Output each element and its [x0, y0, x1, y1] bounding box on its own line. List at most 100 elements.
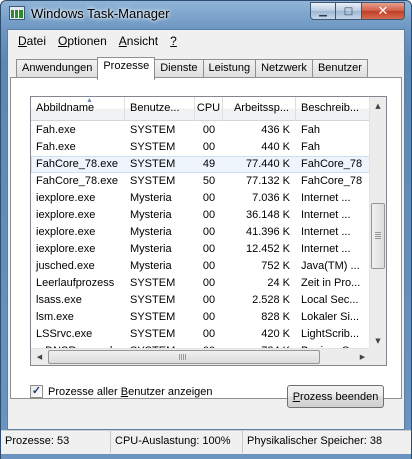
show-all-users-label: Prozesse aller Benutzer anzeigen	[48, 385, 213, 398]
process-row[interactable]: iexplore.exe Mysteria 00 7.036 K Internet ..…	[31, 190, 371, 207]
cell-user: Mysteria	[130, 260, 172, 272]
cell-cpu: 00	[202, 294, 216, 306]
cell-memory: 77.440 K	[245, 158, 290, 170]
cell-image-name: iexplore.exe	[36, 209, 96, 221]
process-row[interactable]: Leerlaufprozess SYSTEM 00 24 K Zeit in Pro..…	[31, 275, 371, 292]
process-rows: Fah.exe SYSTEM 00 436 K Fah Fah.exe SYSTEM 00 44…	[31, 122, 371, 360]
tab-netzwerk[interactable]: Netzwerk	[255, 59, 313, 79]
cell-cpu: 00	[202, 328, 216, 340]
cell-memory: 36.148 K	[245, 209, 290, 221]
tab-benutzer[interactable]: Benutzer	[311, 59, 368, 79]
cell-cpu: 00	[202, 226, 216, 238]
column-user[interactable]: Benutze...	[125, 97, 195, 121]
cell-description: Zeit in Pro...	[301, 277, 361, 289]
cell-user: SYSTEM	[130, 141, 176, 153]
cell-memory: 420 K	[261, 328, 290, 340]
window-controls: ▁ □ ✕	[310, 2, 405, 20]
status-bar: Prozesse: 53 CPU-Auslastung: 100% Physik…	[1, 430, 411, 454]
menu-optionen[interactable]: Optionen	[52, 30, 113, 52]
cell-image-name: lsass.exe	[36, 294, 82, 306]
cell-image-name: FahCore_78.exe	[36, 158, 118, 170]
window-title: Windows Task-Manager	[31, 6, 170, 21]
cell-image-name: FahCore_78.exe	[36, 175, 118, 187]
cell-image-name: LSSrvc.exe	[36, 328, 93, 340]
cell-cpu: 00	[202, 124, 216, 136]
process-row[interactable]: Fah.exe SYSTEM 00 440 K Fah	[31, 139, 371, 156]
maximize-button[interactable]: □	[336, 2, 362, 20]
process-row[interactable]: LSSrvc.exe SYSTEM 00 420 K LightScrib...	[31, 326, 371, 343]
cell-memory: 752 K	[261, 260, 290, 272]
cell-user: SYSTEM	[130, 175, 176, 187]
minimize-icon: ▁	[319, 5, 327, 17]
checkmark-icon: ✓	[31, 385, 42, 397]
cell-image-name: lsm.exe	[36, 311, 74, 323]
close-button[interactable]: ✕	[362, 2, 405, 20]
process-row[interactable]: jusched.exe Mysteria 00 752 K Java(TM) ...	[31, 258, 371, 275]
vertical-scrollbar[interactable]: ▲ ▼	[369, 97, 386, 349]
scroll-left-button[interactable]: ◀	[31, 349, 48, 365]
scroll-down-button[interactable]: ▼	[370, 332, 386, 349]
tab-strip: Anwendungen Prozesse Dienste Leistung Ne…	[16, 57, 368, 80]
scroll-corner	[369, 348, 386, 365]
horizontal-scroll-thumb[interactable]	[48, 350, 320, 364]
column-header: ▲ Abbildname Benutze... CPU Arbeitssp...…	[31, 97, 371, 121]
cell-image-name: jusched.exe	[36, 260, 95, 272]
tab-dienste[interactable]: Dienste	[154, 59, 204, 79]
horizontal-scrollbar[interactable]: ◀ ▶	[31, 348, 386, 365]
cell-user: SYSTEM	[130, 311, 176, 323]
process-row[interactable]: lsass.exe SYSTEM 00 2.528 K Local Sec...	[31, 292, 371, 309]
cell-user: Mysteria	[130, 209, 172, 221]
process-row[interactable]: FahCore_78.exe SYSTEM 50 77.132 K FahCore_78	[31, 173, 371, 190]
cell-description: Internet ...	[301, 209, 351, 221]
tab-anwendungen[interactable]: Anwendungen	[16, 59, 99, 79]
arrow-right-icon: ▶	[359, 353, 366, 361]
column-description[interactable]: Beschreib...	[296, 97, 371, 121]
task-manager-app-icon	[9, 6, 25, 20]
cell-memory: 828 K	[261, 311, 290, 323]
menu-ansicht[interactable]: Ansicht	[113, 30, 164, 52]
process-row[interactable]: iexplore.exe Mysteria 00 36.148 K Internet .…	[31, 207, 371, 224]
cell-cpu: 00	[202, 141, 216, 153]
cell-memory: 24 K	[267, 277, 290, 289]
processes-panel: ▲ Abbildname Benutze... CPU Arbeitssp...…	[10, 77, 402, 399]
cell-memory: 41.396 K	[245, 226, 290, 238]
column-cpu[interactable]: CPU	[195, 97, 223, 121]
tab-prozesse[interactable]: Prozesse	[97, 57, 156, 80]
cell-user: Mysteria	[130, 226, 172, 238]
cell-user: SYSTEM	[130, 328, 176, 340]
vertical-scroll-thumb[interactable]	[371, 203, 385, 269]
cell-description: Fah	[301, 141, 320, 153]
end-process-button[interactable]: Prozess beenden	[287, 385, 384, 408]
show-all-users-checkbox[interactable]: ✓	[30, 385, 43, 398]
cell-cpu: 50	[202, 175, 216, 187]
process-row[interactable]: Fah.exe SYSTEM 00 436 K Fah	[31, 122, 371, 139]
show-all-users-option[interactable]: ✓ Prozesse aller Benutzer anzeigen	[30, 385, 213, 398]
menu-bar: Datei Optionen Ansicht ?	[8, 30, 404, 52]
process-row[interactable]: iexplore.exe Mysteria 00 12.452 K Internet .…	[31, 241, 371, 258]
menu-help[interactable]: ?	[164, 30, 183, 52]
column-image-name[interactable]: ▲ Abbildname	[31, 97, 125, 121]
cell-description: LightScrib...	[301, 328, 360, 340]
minimize-button[interactable]: ▁	[310, 2, 336, 20]
tab-leistung[interactable]: Leistung	[202, 59, 257, 79]
process-row[interactable]: iexplore.exe Mysteria 00 41.396 K Internet .…	[31, 224, 371, 241]
cell-image-name: Leerlaufprozess	[36, 277, 115, 289]
process-row[interactable]: FahCore_78.exe SYSTEM 49 77.440 K FahCore_78	[31, 156, 371, 173]
cell-description: Lokaler Si...	[301, 311, 360, 323]
process-list[interactable]: ▲ Abbildname Benutze... CPU Arbeitssp...…	[30, 96, 387, 366]
title-bar[interactable]: Windows Task-Manager ▁ □ ✕	[1, 1, 411, 27]
window-frame-bottom	[1, 454, 411, 459]
cell-image-name: Fah.exe	[36, 124, 76, 136]
cell-description: Internet ...	[301, 192, 351, 204]
maximize-icon: □	[343, 5, 354, 17]
process-row[interactable]: lsm.exe SYSTEM 00 828 K Lokaler Si...	[31, 309, 371, 326]
cell-user: Mysteria	[130, 243, 172, 255]
cell-description: FahCore_78	[301, 158, 363, 170]
scroll-up-button[interactable]: ▲	[370, 97, 386, 114]
menu-datei[interactable]: Datei	[12, 30, 52, 52]
cell-user: SYSTEM	[130, 277, 176, 289]
column-memory[interactable]: Arbeitssp...	[223, 97, 296, 121]
cell-cpu: 00	[202, 311, 216, 323]
arrow-up-icon: ▲	[375, 101, 381, 110]
status-physical-memory: Physikalischer Speicher: 38	[247, 435, 383, 447]
